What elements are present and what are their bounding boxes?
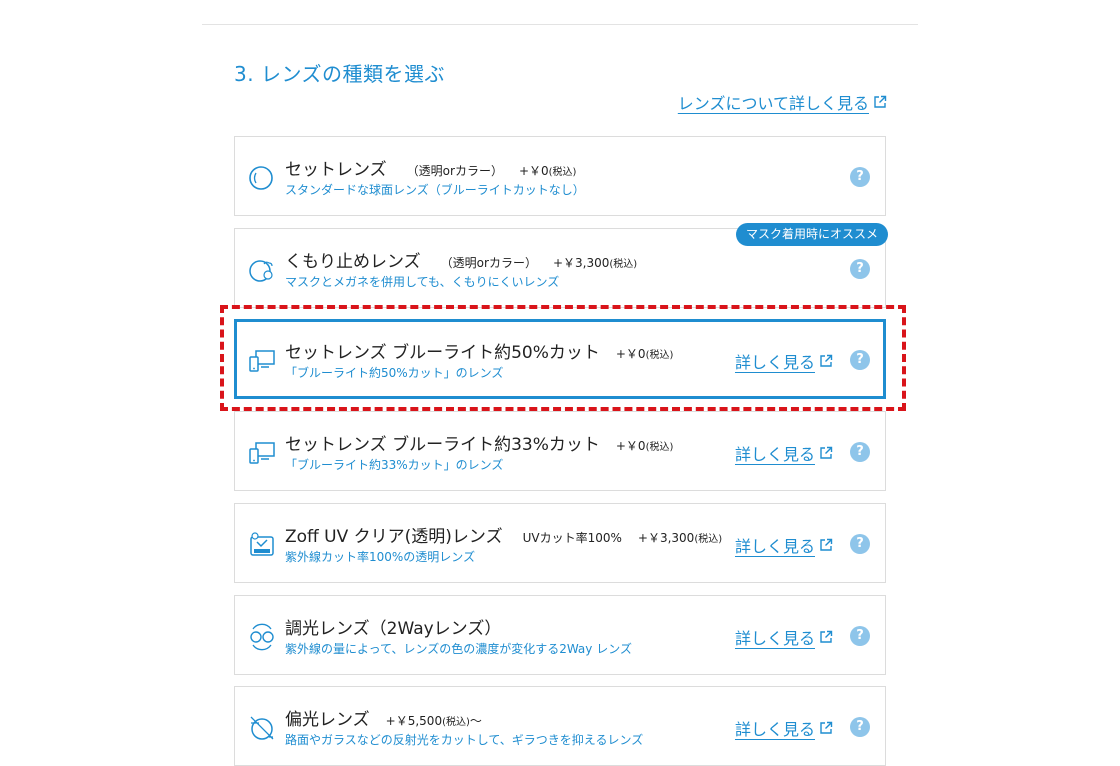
section-title: 3. レンズの種類を選ぶ xyxy=(234,62,446,86)
lens-price-value: +￥5,500 xyxy=(385,714,443,728)
detail-link-label: 詳しく見る xyxy=(734,445,815,464)
lens-description: マスクとメガネを併用しても、くもりにくいレンズ xyxy=(285,275,560,289)
help-icon[interactable]: ? xyxy=(850,350,870,370)
lens-description: 「ブルーライト約50%カット」のレンズ xyxy=(285,366,504,380)
lens-price-value: +￥0 xyxy=(615,439,646,453)
lens-option-bluelight-33[interactable]: セットレンズ ブルーライト約33%カット +￥0(税込) 「ブルーライト約33%… xyxy=(234,411,886,491)
lens-price-value: +￥3,300 xyxy=(552,256,610,270)
lens-option-polarized[interactable]: 偏光レンズ +￥5,500(税込)〜 路面やガラスなどの反射光をカットして、ギラ… xyxy=(234,686,886,766)
lens-option-uv-clear[interactable]: Zoff UV クリア(透明)レンズ UVカット率100% +￥3,300(税込… xyxy=(234,503,886,583)
devices-icon xyxy=(247,346,277,376)
detail-link[interactable]: 詳しく見る xyxy=(735,533,833,557)
detail-link-label: 詳しく見る xyxy=(734,353,815,372)
uv-clear-icon xyxy=(247,530,277,560)
help-icon[interactable]: ? xyxy=(850,717,870,737)
help-icon[interactable]: ? xyxy=(850,259,870,279)
lens-circle-icon xyxy=(247,163,277,193)
lens-name: Zoff UV クリア(透明)レンズ xyxy=(285,527,503,547)
lens-variant: （透明orカラー） xyxy=(406,164,503,178)
devices-icon xyxy=(247,438,277,468)
lens-option-bluelight-50[interactable]: セットレンズ ブルーライト約50%カット +￥0(税込) 「ブルーライト約50%… xyxy=(234,319,886,399)
lens-price: +￥0(税込) xyxy=(616,437,674,454)
detail-link[interactable]: 詳しく見る xyxy=(735,441,833,465)
lens-price: +￥0(税込) xyxy=(519,162,577,179)
lens-price-value: +￥0 xyxy=(615,347,646,361)
lens-tax: (税込) xyxy=(548,167,577,178)
lens-price-value: +￥0 xyxy=(518,164,549,178)
lens-option-photochromic[interactable]: 調光レンズ（2Wayレンズ） 紫外線の量によって、レンズの色の濃度が変化する2W… xyxy=(234,595,886,675)
lens-description: スタンダードな球面レンズ（ブルーライトカットなし） xyxy=(285,183,585,197)
lens-price: +￥5,500(税込)〜 xyxy=(386,712,482,729)
lens-price: +￥0(税込) xyxy=(616,345,674,362)
help-icon[interactable]: ? xyxy=(850,167,870,187)
external-link-icon xyxy=(819,721,833,735)
lens-variant: UVカット率100% xyxy=(522,531,622,545)
lens-description: 路面やガラスなどの反射光をカットして、ギラつきを抑えるレンズ xyxy=(285,733,644,747)
lens-price: +￥3,300(税込) xyxy=(638,529,722,546)
external-link-icon xyxy=(873,95,887,109)
lens-option-set-lens[interactable]: セットレンズ （透明orカラー） +￥0(税込) スタンダードな球面レンズ（ブル… xyxy=(234,136,886,216)
lens-price-suffix: 〜 xyxy=(469,714,482,728)
lens-name: セットレンズ xyxy=(285,160,387,180)
detail-link-label: 詳しく見る xyxy=(734,537,815,556)
lens-price: +￥3,300(税込) xyxy=(553,254,637,271)
external-link-icon xyxy=(819,446,833,460)
lens-name: セットレンズ ブルーライト約50%カット xyxy=(285,343,600,363)
lens-name: 調光レンズ（2Wayレンズ） xyxy=(285,619,502,639)
lens-name: くもり止めレンズ xyxy=(285,252,421,272)
detail-link[interactable]: 詳しく見る xyxy=(735,349,833,373)
lens-name: 偏光レンズ xyxy=(285,710,370,730)
lens-description: 紫外線カット率100%の透明レンズ xyxy=(285,550,476,564)
lens-variant: （透明orカラー） xyxy=(440,256,537,270)
lens-tax: (税込) xyxy=(442,717,470,728)
detail-link[interactable]: 詳しく見る xyxy=(735,716,833,740)
lens-tax: (税込) xyxy=(645,442,674,453)
help-icon[interactable]: ? xyxy=(850,534,870,554)
lens-tax: (税込) xyxy=(645,350,674,361)
lens-info-link[interactable]: レンズについて詳しく見る xyxy=(678,90,887,114)
help-icon[interactable]: ? xyxy=(850,626,870,646)
help-icon[interactable]: ? xyxy=(850,442,870,462)
detail-link-label: 詳しく見る xyxy=(734,720,815,739)
external-link-icon xyxy=(819,538,833,552)
polarized-icon xyxy=(247,713,277,743)
lens-description: 「ブルーライト約33%カット」のレンズ xyxy=(285,458,504,472)
external-link-icon xyxy=(819,630,833,644)
lens-tax: (税込) xyxy=(694,534,723,545)
lens-description: 紫外線の量によって、レンズの色の濃度が変化する2Way レンズ xyxy=(285,642,632,656)
external-link-icon xyxy=(819,354,833,368)
detail-link-label: 詳しく見る xyxy=(734,629,815,648)
photochromic-icon xyxy=(247,622,277,652)
lens-price-value: +￥3,300 xyxy=(637,531,695,545)
lens-info-link-label: レンズについて詳しく見る xyxy=(677,94,869,113)
lens-name: セットレンズ ブルーライト約33%カット xyxy=(285,435,600,455)
top-divider xyxy=(202,24,918,25)
detail-link[interactable]: 詳しく見る xyxy=(735,625,833,649)
recommend-badge: マスク着用時にオススメ xyxy=(736,223,889,246)
lens-tax: (税込) xyxy=(609,259,638,270)
anti-fog-icon xyxy=(247,255,277,285)
